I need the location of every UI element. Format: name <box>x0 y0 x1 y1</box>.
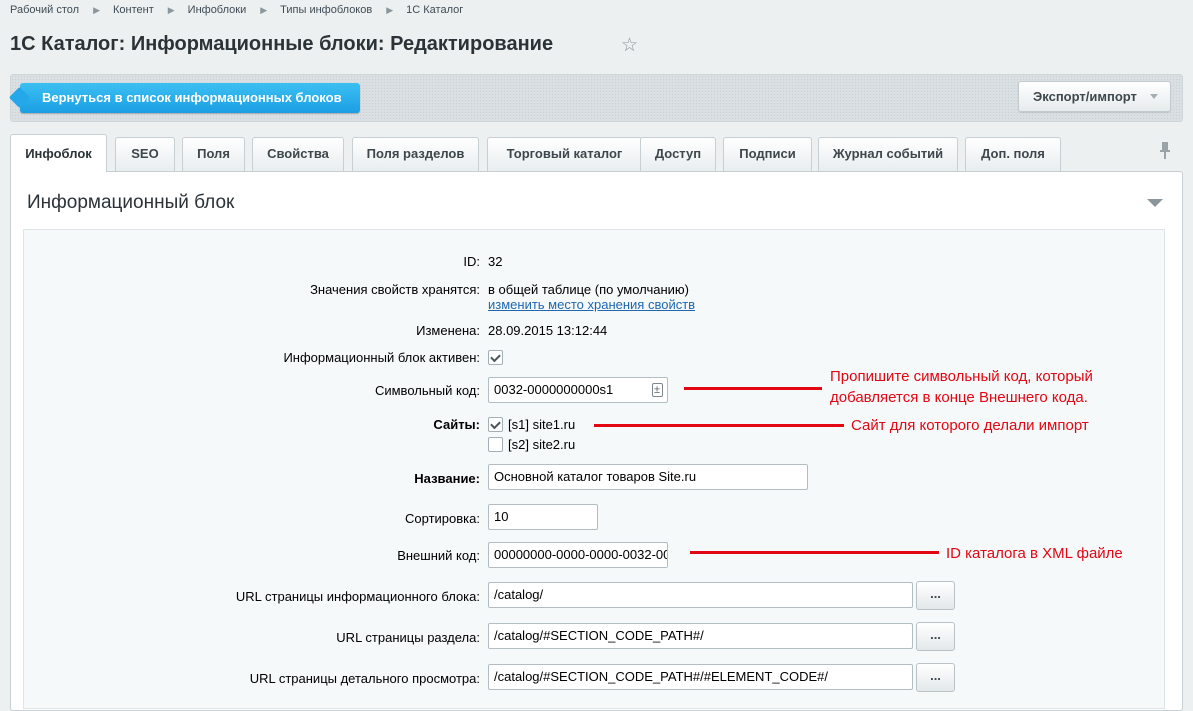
site-s2-label: [s2] site2.ru <box>508 437 576 452</box>
breadcrumb: Рабочий стол ▶ Контент ▶ Инфоблоки ▶ Тип… <box>10 4 463 16</box>
export-import-label: Экспорт/импорт <box>1033 89 1137 104</box>
breadcrumb-item-1c-catalog[interactable]: 1С Каталог <box>406 4 463 16</box>
url-detail-macros-button[interactable]: ... <box>916 663 955 692</box>
change-storage-link[interactable]: изменить место хранения свойств <box>488 297 695 312</box>
annotation-code-note-line1: Пропишите символьный код, который <box>830 368 1093 385</box>
back-to-list-label: Вернуться в список информационных блоков <box>42 90 342 105</box>
site-s2-checkbox[interactable] <box>488 437 503 452</box>
name-label: Название: <box>414 471 480 486</box>
chevron-right-icon: ▶ <box>93 4 100 15</box>
code-input[interactable]: 0032-0000000000s1 <box>488 377 668 403</box>
site-s1-label: [s1] site1.ru <box>508 417 576 432</box>
page-title: 1С Каталог: Информационные блоки: Редакт… <box>10 33 554 55</box>
tab-properties[interactable]: Свойства <box>252 137 344 171</box>
checkmark-icon <box>490 418 501 430</box>
back-to-list-button[interactable]: Вернуться в список информационных блоков <box>20 83 360 113</box>
url-section-input-value: /catalog/#SECTION_CODE_PATH#/ <box>494 628 704 643</box>
annotation-site-line <box>594 424 844 427</box>
url-list-label: URL страницы информационного блока: <box>235 589 480 604</box>
breadcrumb-item-desktop[interactable]: Рабочий стол <box>10 4 79 16</box>
storage-value: в общей таблице (по умолчанию) <box>488 282 690 297</box>
chevron-right-icon: ▶ <box>260 4 268 15</box>
xml-id-input-value: 00000000-0000-0000-0032-00 <box>494 547 668 562</box>
tab-trade-catalog[interactable]: Торговый каталог <box>487 137 642 171</box>
url-list-input-value: /catalog/ <box>494 587 544 602</box>
breadcrumb-item-infoblock-types[interactable]: Типы инфоблоков <box>280 4 372 16</box>
sort-input-value: 10 <box>494 509 509 524</box>
chevron-right-icon: ▶ <box>386 4 394 15</box>
annotation-xml-line <box>690 551 939 554</box>
annotation-code-line <box>684 387 822 390</box>
tab-event-log[interactable]: Журнал событий <box>818 137 958 171</box>
sites-label: Сайты: <box>433 417 480 432</box>
site-s1-checkbox[interactable] <box>488 417 503 432</box>
url-detail-label: URL страницы детального просмотра: <box>249 671 480 686</box>
export-import-button[interactable]: Экспорт/импорт <box>1018 81 1171 112</box>
section-title: Информационный блок <box>27 192 235 213</box>
sort-input[interactable]: 10 <box>488 504 598 530</box>
modified-label: Изменена: <box>416 323 480 338</box>
chevron-right-icon: ▶ <box>167 4 175 15</box>
modified-value: 28.09.2015 13:12:44 <box>488 323 608 338</box>
annotation-xml-note: ID каталога в XML файле <box>946 545 1123 562</box>
code-label: Символьный код: <box>374 383 480 398</box>
tab-seo[interactable]: SEO <box>115 137 175 171</box>
tab-access[interactable]: Доступ <box>640 137 716 171</box>
sort-label: Сортировка: <box>405 511 480 526</box>
id-label: ID: <box>463 254 480 269</box>
pin-icon[interactable] <box>1158 141 1172 161</box>
tab-fields[interactable]: Поля <box>182 137 245 171</box>
active-label: Информационный блок активен: <box>283 350 480 365</box>
annotation-site-note: Сайт для которого делали импорт <box>851 417 1089 434</box>
active-checkbox[interactable] <box>488 350 503 365</box>
url-list-input[interactable]: /catalog/ <box>488 582 913 608</box>
url-detail-input[interactable]: /catalog/#SECTION_CODE_PATH#/#ELEMENT_CO… <box>488 664 913 690</box>
tab-section-fields[interactable]: Поля разделов <box>352 137 479 171</box>
breadcrumb-item-content[interactable]: Контент <box>113 4 154 16</box>
annotation-code-note-line2: добавляется в конце Внешнего кода. <box>830 389 1088 406</box>
url-section-macros-button[interactable]: ... <box>916 622 955 651</box>
tab-extra-fields[interactable]: Доп. поля <box>965 137 1061 171</box>
url-list-macros-button[interactable]: ... <box>916 581 955 610</box>
collapse-triangle-icon[interactable] <box>1147 199 1163 207</box>
xml-id-label: Внешний код: <box>397 548 480 563</box>
tab-infoblock[interactable]: Инфоблок <box>10 134 107 172</box>
favorite-star-icon[interactable]: ☆ <box>621 36 638 55</box>
breadcrumb-item-infoblocks[interactable]: Инфоблоки <box>188 4 247 16</box>
id-value: 32 <box>488 254 503 269</box>
chevron-down-icon <box>1150 94 1158 99</box>
transliterate-icon[interactable] <box>652 378 663 402</box>
url-detail-input-value: /catalog/#SECTION_CODE_PATH#/#ELEMENT_CO… <box>494 669 829 684</box>
url-section-label: URL страницы раздела: <box>336 630 480 645</box>
name-input-value: Основной каталог товаров Site.ru <box>494 469 697 484</box>
checkmark-icon <box>490 351 501 363</box>
tab-captions[interactable]: Подписи <box>723 137 812 171</box>
toolbar: Вернуться в список информационных блоков… <box>10 74 1183 122</box>
name-input[interactable]: Основной каталог товаров Site.ru <box>488 464 808 490</box>
code-input-value: 0032-0000000000s1 <box>494 382 614 397</box>
storage-label: Значения свойств хранятся: <box>310 282 480 297</box>
url-section-input[interactable]: /catalog/#SECTION_CODE_PATH#/ <box>488 623 913 649</box>
xml-id-input[interactable]: 00000000-0000-0000-0032-00 <box>488 542 668 568</box>
